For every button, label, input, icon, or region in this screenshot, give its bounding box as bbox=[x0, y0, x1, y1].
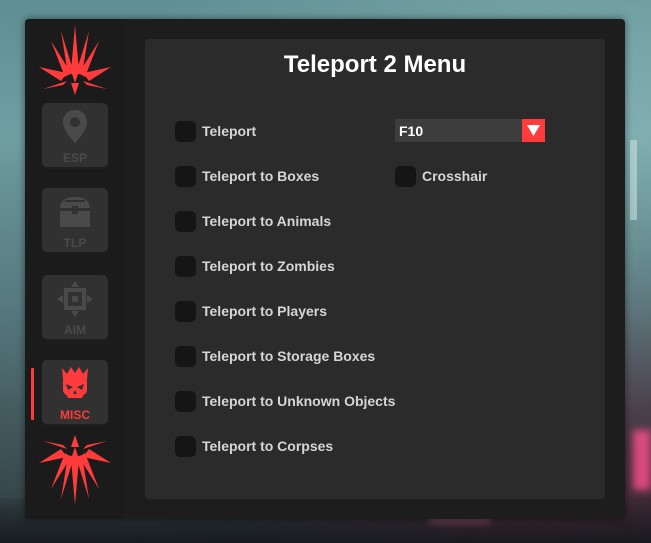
option-label: Teleport to Storage Boxes bbox=[202, 348, 376, 364]
option-label: Teleport bbox=[202, 123, 257, 139]
checkbox[interactable] bbox=[175, 300, 196, 322]
checkbox[interactable] bbox=[175, 345, 196, 367]
checkbox[interactable] bbox=[175, 255, 196, 277]
option-label: Teleport to Zombies bbox=[202, 258, 335, 274]
keybind-dropdown[interactable]: F10 bbox=[395, 119, 545, 142]
option-teleport[interactable]: Teleport bbox=[175, 119, 256, 143]
option-teleport-to-unknown-objects[interactable]: Teleport to Unknown Objects bbox=[175, 389, 395, 413]
checkbox[interactable] bbox=[175, 210, 196, 232]
option-teleport-to-boxes[interactable]: Teleport to Boxes bbox=[175, 164, 319, 188]
sidebar: ESP TLP AIM MISC bbox=[25, 19, 125, 519]
option-label: Teleport to Players bbox=[202, 303, 328, 319]
option-crosshair[interactable]: Crosshair bbox=[395, 164, 487, 188]
nav-label-misc: MISC bbox=[60, 408, 90, 422]
crosshair-icon bbox=[57, 281, 93, 317]
active-indicator bbox=[31, 368, 34, 420]
checkbox[interactable] bbox=[175, 120, 196, 142]
spiky-logo-icon bbox=[39, 25, 111, 95]
keybind-value: F10 bbox=[399, 122, 424, 139]
option-label: Teleport to Boxes bbox=[202, 168, 320, 184]
nav-label-tlp: TLP bbox=[63, 236, 87, 250]
chevron-down-icon bbox=[527, 125, 540, 136]
checkbox[interactable] bbox=[175, 165, 196, 187]
checkbox[interactable] bbox=[175, 435, 196, 457]
nav-item-misc[interactable]: MISC bbox=[42, 360, 108, 426]
option-label: Teleport to Animals bbox=[202, 213, 332, 229]
nav-item-esp[interactable]: ESP bbox=[42, 103, 108, 169]
background-neon-glow bbox=[633, 430, 651, 490]
option-label: Teleport to Unknown Objects bbox=[202, 393, 396, 409]
option-teleport-to-corpses[interactable]: Teleport to Corpses bbox=[175, 434, 333, 458]
spiky-logo-icon bbox=[39, 435, 111, 505]
option-teleport-to-animals[interactable]: Teleport to Animals bbox=[175, 209, 331, 233]
option-teleport-to-zombies[interactable]: Teleport to Zombies bbox=[175, 254, 335, 278]
panel-title: Teleport 2 Menu bbox=[283, 51, 467, 78]
nav-item-aim[interactable]: AIM bbox=[42, 275, 108, 341]
background-light-pole bbox=[630, 140, 637, 220]
dropdown-arrow[interactable] bbox=[522, 119, 545, 142]
cheat-menu-window: ESP TLP AIM MISC Teleport 2 Menu Telepor… bbox=[25, 19, 625, 519]
option-teleport-to-players[interactable]: Teleport to Players bbox=[175, 299, 327, 323]
checkbox[interactable] bbox=[175, 390, 196, 412]
teleport-menu-panel: Teleport 2 Menu Teleport Teleport to Box… bbox=[145, 39, 605, 499]
nav-label-aim: AIM bbox=[64, 323, 86, 337]
option-label: Crosshair bbox=[422, 168, 488, 184]
nav-item-tlp[interactable]: TLP bbox=[42, 188, 108, 254]
crowned-skull-icon bbox=[62, 367, 88, 398]
treasure-chest-icon bbox=[60, 197, 90, 227]
checkbox[interactable] bbox=[395, 165, 416, 187]
nav-label-esp: ESP bbox=[62, 151, 87, 165]
option-teleport-to-storage-boxes[interactable]: Teleport to Storage Boxes bbox=[175, 344, 375, 368]
option-label: Teleport to Corpses bbox=[202, 438, 334, 454]
map-pin-icon bbox=[63, 110, 87, 143]
